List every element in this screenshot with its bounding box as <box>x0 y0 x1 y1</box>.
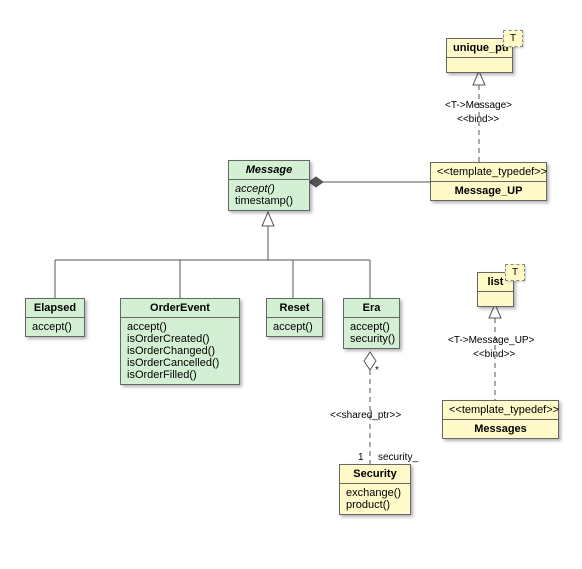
operation: isOrderFilled() <box>127 369 233 381</box>
class-title: Message <box>246 164 292 176</box>
ops-compartment: accept() security() <box>344 318 399 348</box>
operation: accept() <box>32 321 78 333</box>
class-title: Security <box>340 465 410 484</box>
class-order-event: OrderEvent accept() isOrderCreated() isO… <box>120 298 240 385</box>
ops-compartment: accept() <box>26 318 84 336</box>
operation: isOrderCancelled() <box>127 357 233 369</box>
class-stereotype: <<template_typedef>> <box>443 401 558 420</box>
bind-stereo-label: <<bind>> <box>473 349 515 360</box>
class-era: Era accept() security() <box>343 298 400 349</box>
operation: timestamp() <box>235 195 303 207</box>
operation: accept() <box>350 321 393 333</box>
class-message: Message accept() timestamp() <box>228 160 310 211</box>
class-title: Elapsed <box>26 299 84 318</box>
operation: accept() <box>273 321 316 333</box>
bind-stereo-label: <<bind>> <box>457 114 499 125</box>
class-title: Message_UP <box>431 182 546 200</box>
ops-compartment: accept() isOrderCreated() isOrderChanged… <box>121 318 239 384</box>
class-message-up: <<template_typedef>> Message_UP <box>430 162 547 201</box>
operation: isOrderChanged() <box>127 345 233 357</box>
operation: accept() <box>235 183 303 195</box>
operation: isOrderCreated() <box>127 333 233 345</box>
operation: exchange() <box>346 487 404 499</box>
class-title: OrderEvent <box>121 299 239 318</box>
bind-arg-label: <T->Message> <box>445 100 512 111</box>
ops-compartment: accept() timestamp() <box>229 180 309 210</box>
class-messages: <<template_typedef>> Messages <box>442 400 559 439</box>
role-label: security_ <box>378 452 418 463</box>
operation: accept() <box>127 321 233 333</box>
multiplicity-label: * <box>375 365 379 376</box>
multiplicity-label: 1 <box>358 452 364 463</box>
class-title: Messages <box>443 420 558 438</box>
ops-compartment: exchange() product() <box>340 484 410 514</box>
template-param: T <box>505 264 525 281</box>
operation: product() <box>346 499 404 511</box>
bind-arg-label: <T->Message_UP> <box>448 335 534 346</box>
class-stereotype: <<template_typedef>> <box>431 163 546 182</box>
class-security: Security exchange() product() <box>339 464 411 515</box>
ops-compartment: accept() <box>267 318 322 336</box>
assoc-stereo-label: <<shared_ptr>> <box>330 410 401 421</box>
operation: security() <box>350 333 393 345</box>
empty-compartment <box>447 58 512 72</box>
empty-compartment <box>478 292 513 306</box>
class-elapsed: Elapsed accept() <box>25 298 85 337</box>
class-title: Era <box>344 299 399 318</box>
template-param: T <box>503 30 523 47</box>
class-title: Reset <box>267 299 322 318</box>
class-reset: Reset accept() <box>266 298 323 337</box>
